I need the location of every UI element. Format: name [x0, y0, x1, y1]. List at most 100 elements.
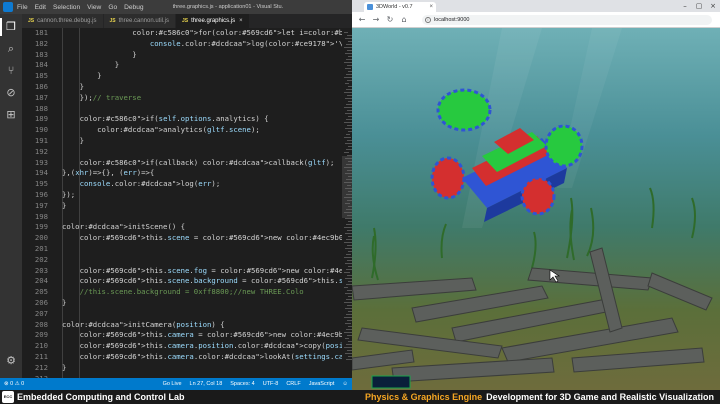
code-line[interactable]: 195 console.color:#dcdcaa">log(err);	[22, 179, 352, 190]
code-editor[interactable]: 181 color:#c586c0">for(color:#569cd6">le…	[22, 28, 352, 378]
code-line[interactable]: 185 }	[22, 71, 352, 82]
code-line[interactable]: 211 color:#569cd6">this.camera.color:#dc…	[22, 352, 352, 363]
code-line[interactable]: 205 //this.scene.background = 0xff8800;/…	[22, 287, 352, 298]
line-number: 208	[34, 319, 48, 329]
code-text: },(xhr)=>{}, (err)=>{	[62, 168, 155, 178]
code-line[interactable]: 203 color:#569cd6">this.scene.fog = colo…	[22, 266, 352, 277]
tab-three-graphics[interactable]: JS three.graphics.js ×	[176, 14, 250, 28]
search-icon[interactable]: ⌕	[4, 42, 18, 56]
window-close-icon[interactable]: ×	[706, 0, 720, 12]
reload-icon[interactable]: ↻	[384, 14, 396, 26]
code-text: console.color:#dcdcaa">log(err);	[79, 179, 221, 189]
menu-edit[interactable]: Edit	[35, 4, 46, 11]
code-line[interactable]: 186 }	[22, 82, 352, 93]
minimap-line	[345, 98, 352, 99]
line-number: 193	[34, 157, 48, 167]
close-icon[interactable]: ×	[239, 18, 243, 24]
encoding-status[interactable]: UTF-8	[263, 381, 279, 387]
menu-view[interactable]: View	[87, 4, 101, 11]
forward-icon[interactable]: →	[370, 14, 382, 26]
3d-render-viewport[interactable]	[352, 28, 720, 390]
code-line[interactable]: 207	[22, 309, 352, 320]
tab-cannon-three-debug[interactable]: JS cannon.three.debug.js	[22, 14, 104, 28]
back-icon[interactable]: ←	[356, 14, 368, 26]
source-control-icon[interactable]: ⑂	[4, 64, 18, 78]
editor-tab-bar: JS cannon.three.debug.js JS three.cannon…	[22, 14, 352, 28]
tab-label: cannon.three.debug.js	[37, 18, 97, 24]
minimap-line	[344, 317, 352, 318]
minimap-line	[347, 185, 351, 186]
tab-three-cannon-util[interactable]: JS three.cannon.util.js	[103, 14, 177, 28]
menu-selection[interactable]: Selection	[53, 4, 80, 11]
code-text: }	[62, 362, 67, 372]
code-line[interactable]: 187 });// traverse	[22, 93, 352, 104]
line-number: 210	[34, 341, 48, 351]
code-line[interactable]: 212}	[22, 363, 352, 374]
debug-icon[interactable]: ⊘	[4, 86, 18, 100]
minimap-line	[344, 32, 348, 33]
close-tab-icon[interactable]: ×	[429, 2, 433, 12]
vscode-window: File Edit Selection View Go Debug three.…	[0, 0, 352, 390]
notification-bell-icon[interactable]: ☺	[342, 381, 348, 387]
menu-debug[interactable]: Debug	[124, 4, 143, 11]
language-mode[interactable]: JavaScript	[309, 381, 335, 387]
home-icon[interactable]: ⌂	[398, 14, 410, 26]
code-text: //this.scene.background = 0xff8800;//new…	[79, 287, 304, 297]
info-icon[interactable]: i	[425, 17, 431, 23]
minimize-icon[interactable]: –	[678, 0, 692, 12]
code-line[interactable]: 197}	[22, 201, 352, 212]
code-line[interactable]: 189 color:#c586c0">if(self.options.analy…	[22, 114, 352, 125]
code-line[interactable]: 184 }	[22, 60, 352, 71]
video-banner: ECC Embedded Computing and Control Lab P…	[0, 390, 720, 404]
indentation-status[interactable]: Spaces: 4	[230, 381, 254, 387]
line-number: 188	[34, 103, 48, 113]
line-number: 205	[34, 287, 48, 297]
minimap[interactable]	[342, 28, 352, 378]
extensions-icon[interactable]: ⊞	[4, 108, 18, 122]
cursor-position[interactable]: Ln 27, Col 18	[190, 381, 223, 387]
code-line[interactable]: 199 color:#dcdcaa">initScene() {	[22, 222, 352, 233]
minimap-line	[344, 212, 352, 213]
code-line[interactable]: 183 }	[22, 50, 352, 61]
code-line[interactable]: 181 color:#c586c0">for(color:#569cd6">le…	[22, 28, 352, 39]
browser-tab[interactable]: 3DWorld - v0.7 ×	[364, 2, 436, 12]
code-line[interactable]: 191 }	[22, 136, 352, 147]
code-line[interactable]: 206}	[22, 298, 352, 309]
minimap-line	[346, 134, 350, 135]
minimap-line	[344, 257, 352, 258]
maximize-icon[interactable]: ▢	[692, 0, 706, 12]
code-line[interactable]: 210 color:#569cd6">this.camera.position.…	[22, 341, 352, 352]
code-line[interactable]: 209 color:#569cd6">this.camera = color:#…	[22, 330, 352, 341]
settings-gear-icon[interactable]: ⚙	[4, 354, 18, 368]
problems-status[interactable]: ⊗ 0 ⚠ 0	[4, 381, 24, 387]
code-line[interactable]: 182 console.color:#dcdcaa">log(color:#ce…	[22, 39, 352, 50]
code-line[interactable]: 208 color:#dcdcaa">initCamera(position) {	[22, 320, 352, 331]
code-line[interactable]: 200 color:#569cd6">this.scene = color:#5…	[22, 233, 352, 244]
code-line[interactable]: 193 color:#c586c0">if(callback) color:#d…	[22, 158, 352, 169]
code-line[interactable]: 190 color:#dcdcaa">analytics(gltf.scene)…	[22, 125, 352, 136]
line-number: 202	[34, 254, 48, 264]
window-title: three.graphics.js - application01 - Visu…	[172, 4, 283, 10]
explorer-icon[interactable]: ❐	[0, 18, 18, 36]
browser-tab-title: 3DWorld - v0.7	[376, 4, 413, 10]
menu-go[interactable]: Go	[108, 4, 117, 11]
line-number: 186	[34, 82, 48, 91]
menu-file[interactable]: File	[17, 4, 28, 11]
go-live-button[interactable]: Go Live	[163, 381, 182, 387]
code-text: color:#dcdcaa">initCamera(position) {	[62, 319, 225, 329]
code-line[interactable]: 201	[22, 244, 352, 255]
eol-status[interactable]: CRLF	[286, 381, 300, 387]
code-line[interactable]: 196});	[22, 190, 352, 201]
lab-logo: ECC	[2, 391, 14, 403]
code-line[interactable]: 188	[22, 104, 352, 115]
code-line[interactable]: 198	[22, 212, 352, 223]
minimap-line	[345, 338, 349, 339]
line-number: 206	[34, 298, 48, 307]
address-bar[interactable]: i localhost:9000	[422, 15, 712, 25]
code-line[interactable]: 204 color:#569cd6">this.scene.background…	[22, 276, 352, 287]
code-text: color:#569cd6">this.scene = color:#569cd…	[79, 233, 352, 243]
code-line[interactable]: 192	[22, 147, 352, 158]
code-line[interactable]: 194},(xhr)=>{}, (err)=>{	[22, 168, 352, 179]
minimap-line	[345, 68, 351, 69]
code-line[interactable]: 202	[22, 255, 352, 266]
